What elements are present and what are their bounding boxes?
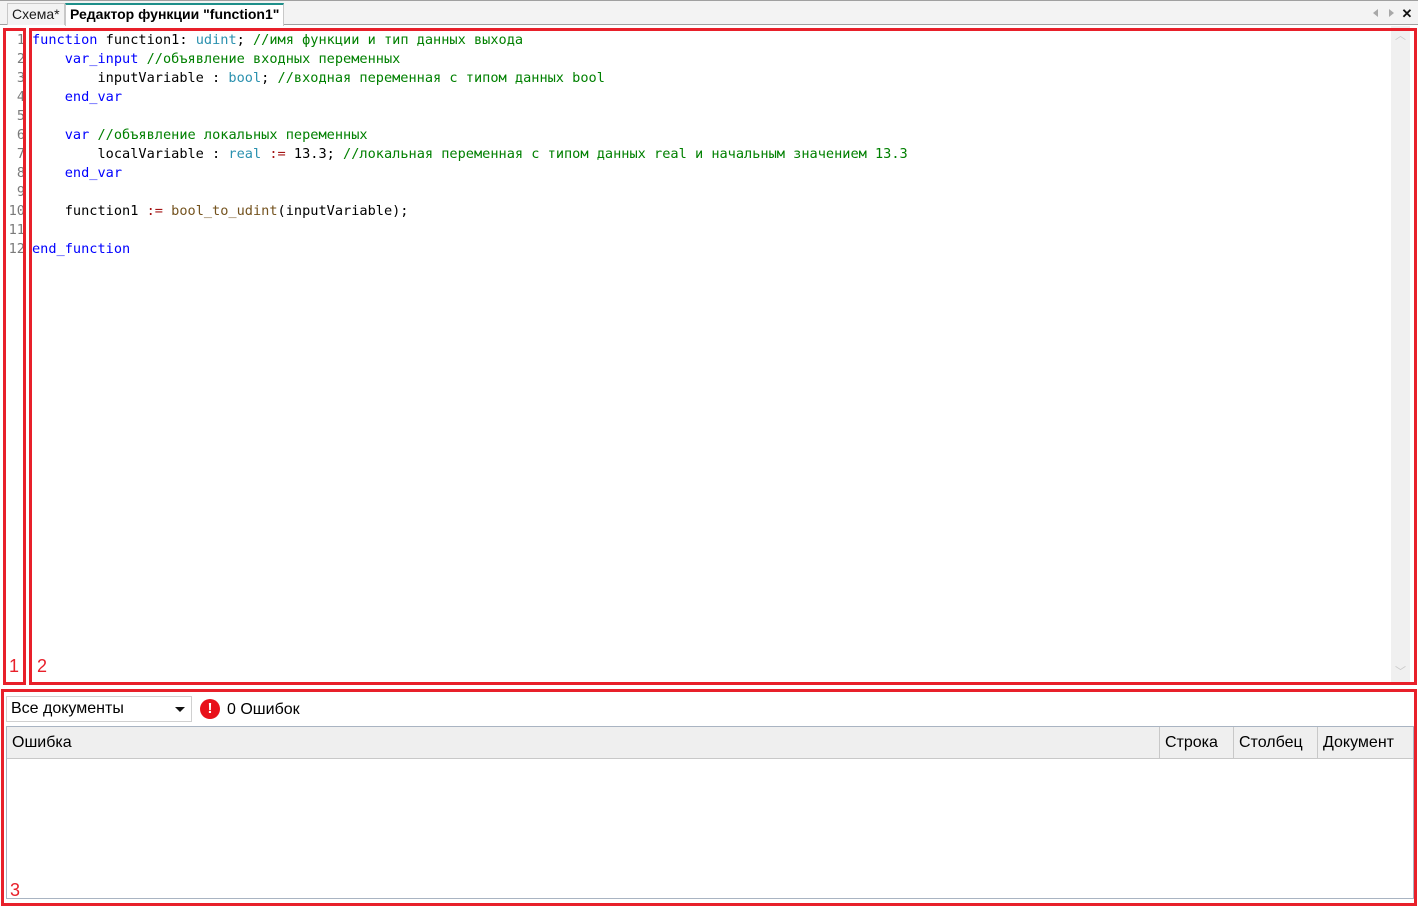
line-number: 7 xyxy=(16,146,25,162)
scroll-down-button[interactable]: ﹀ xyxy=(1391,662,1410,680)
code-token: var xyxy=(64,127,90,143)
tabs-scroll-left-button[interactable] xyxy=(1368,4,1382,22)
close-icon: ✕ xyxy=(1401,5,1413,21)
annotation-label-1: 1 xyxy=(9,656,20,676)
code-text-area[interactable]: function function1: udint; //имя функции… xyxy=(30,30,1390,684)
code-token: end_var xyxy=(64,89,123,105)
code-token: bool xyxy=(228,70,262,86)
code-token: ; xyxy=(236,32,253,48)
tabs-scroll-right-button[interactable] xyxy=(1384,4,1398,22)
column-header-column[interactable]: Столбец xyxy=(1234,727,1318,759)
annotation-label-2: 2 xyxy=(37,656,48,676)
line-number-gutter: 1 2 3 4 5 6 7 8 9 10 11 12 xyxy=(4,30,26,684)
line-number: 11 xyxy=(8,222,25,238)
dropdown-caret-icon xyxy=(175,707,185,712)
code-token: real xyxy=(228,146,262,162)
code-token: var_input xyxy=(64,51,139,67)
code-token: //входная переменная с типом данных bool xyxy=(277,70,605,86)
code-line[interactable]: end_var xyxy=(32,164,122,183)
tab-function-editor[interactable]: Редактор функции "function1" xyxy=(65,3,285,26)
code-token: function xyxy=(32,32,98,48)
code-token: //объявление входных переменных xyxy=(146,51,401,67)
column-header-document[interactable]: Документ xyxy=(1318,727,1408,759)
code-token: function1 xyxy=(32,203,147,219)
code-token: bool_to_udint xyxy=(171,203,278,219)
line-number: 2 xyxy=(16,51,25,67)
annotation-label-3: 3 xyxy=(10,880,21,900)
document-tab-strip: Схема* Редактор функции "function1" ✕ xyxy=(0,0,1418,26)
code-editor[interactable]: 1 2 3 4 5 6 7 8 9 10 11 12 function function1: udin… xyxy=(0,26,1418,686)
code-token: localVariable : xyxy=(32,146,229,162)
code-line[interactable]: end_var xyxy=(32,88,122,107)
code-token: inputVariable : xyxy=(32,70,229,86)
error-count-label[interactable]: 0 Ошибок xyxy=(227,699,300,721)
code-token: := xyxy=(269,146,286,162)
error-exclamation-icon[interactable]: ! xyxy=(200,699,220,719)
code-line[interactable]: localVariable : real := 13.3; //локальна… xyxy=(32,145,908,164)
line-number: 5 xyxy=(16,108,25,124)
line-number: 4 xyxy=(16,89,25,105)
code-token: ; xyxy=(261,70,278,86)
document-scope-value: Все документы xyxy=(11,700,124,717)
line-number: 3 xyxy=(16,70,25,86)
code-line[interactable]: var //объявление локальных переменных xyxy=(32,126,368,145)
code-line[interactable]: inputVariable : bool; //входная переменн… xyxy=(32,69,605,88)
code-line[interactable]: var_input //объявление входных переменны… xyxy=(32,50,401,69)
scroll-up-button[interactable]: ︿ xyxy=(1391,26,1410,44)
code-token: //локальная переменная с типом данных re… xyxy=(343,146,908,162)
code-token: end_function xyxy=(32,241,131,257)
code-token: //имя функции и тип данных выхода xyxy=(253,32,524,48)
tab-schema[interactable]: Схема* xyxy=(7,3,65,25)
line-number: 10 xyxy=(8,203,25,219)
code-token: (inputVariable); xyxy=(277,203,409,219)
line-number: 8 xyxy=(16,165,25,181)
line-number: 9 xyxy=(16,184,25,200)
editor-vertical-scrollbar[interactable]: ︿ ﹀ xyxy=(1391,26,1410,682)
code-line[interactable]: function1 := bool_to_udint(inputVariable… xyxy=(32,202,409,221)
error-table-header: Ошибка Строка Столбец Документ xyxy=(7,727,1413,759)
code-line[interactable]: end_function xyxy=(32,240,130,259)
code-line[interactable]: function function1: udint; //имя функции… xyxy=(32,31,523,50)
line-number: 6 xyxy=(16,127,25,143)
code-token: ; xyxy=(326,146,344,162)
chevron-left-icon xyxy=(1372,9,1378,17)
line-number: 12 xyxy=(8,241,25,257)
code-token: //объявление локальных переменных xyxy=(97,127,368,143)
line-number: 1 xyxy=(16,32,25,48)
column-header-line[interactable]: Строка xyxy=(1160,727,1234,759)
code-token: 13.3 xyxy=(285,146,327,162)
chevron-down-icon: ﹀ xyxy=(1395,666,1406,678)
column-header-error[interactable]: Ошибка xyxy=(7,727,1160,759)
close-tab-button[interactable]: ✕ xyxy=(1400,4,1414,22)
code-token: udint xyxy=(195,32,237,48)
chevron-right-icon xyxy=(1388,9,1394,17)
error-table: Ошибка Строка Столбец Документ xyxy=(6,726,1414,899)
document-scope-select[interactable]: Все документы xyxy=(6,696,192,722)
code-token: := xyxy=(146,203,163,219)
chevron-up-icon: ︿ xyxy=(1395,30,1406,42)
code-token: end_var xyxy=(64,165,123,181)
error-list-panel: Все документы ! 0 Ошибок Ошибка Строка С… xyxy=(0,688,1418,907)
code-token: function1: xyxy=(97,32,196,48)
